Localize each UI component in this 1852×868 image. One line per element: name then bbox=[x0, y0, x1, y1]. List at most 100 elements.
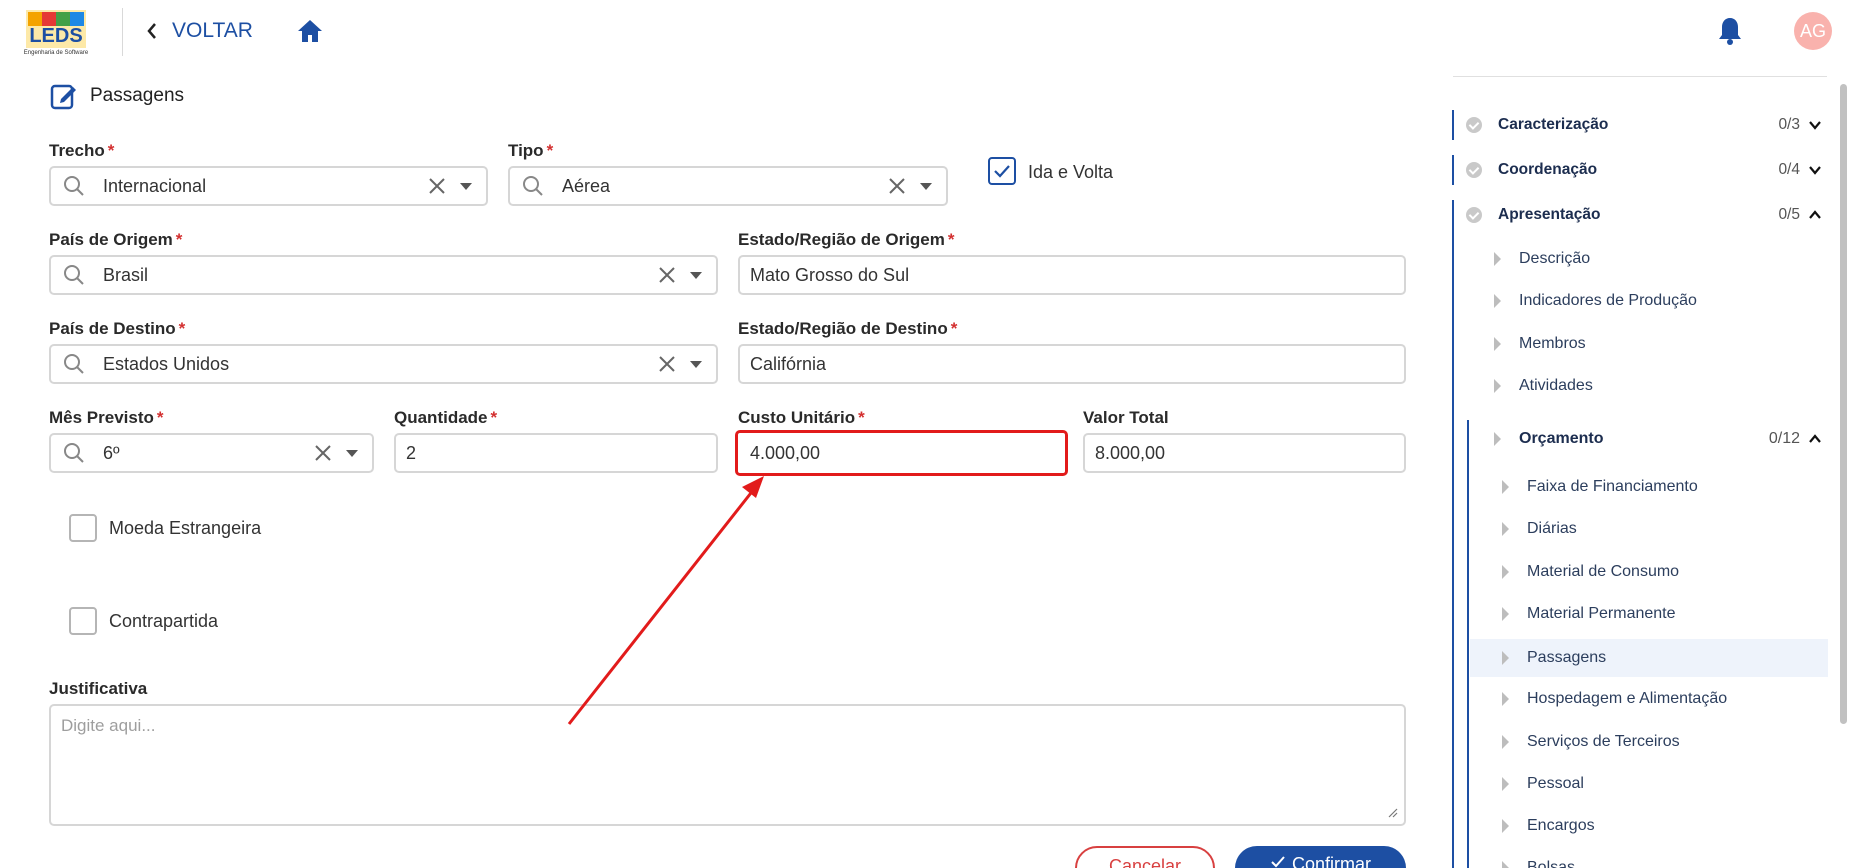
search-icon bbox=[64, 354, 84, 374]
ida-volta-checkbox[interactable] bbox=[988, 157, 1016, 185]
caret-right-icon bbox=[1502, 651, 1509, 665]
caret-right-icon bbox=[1502, 735, 1509, 749]
estado-destino-input[interactable]: Califórnia bbox=[738, 344, 1406, 384]
trecho-select[interactable]: Internacional bbox=[49, 166, 488, 206]
back-button[interactable]: VOLTAR bbox=[146, 16, 253, 46]
mes-previsto-label: Mês Previsto * bbox=[49, 408, 164, 427]
estado-destino-value: Califórnia bbox=[750, 353, 827, 374]
sidebar-item-material-consumo[interactable]: Material de Consumo bbox=[1502, 557, 1679, 587]
caret-right-icon bbox=[1494, 252, 1501, 266]
pais-destino-value: Estados Unidos bbox=[103, 353, 230, 374]
chevron-down-icon[interactable] bbox=[460, 182, 472, 190]
sidebar-item-encargos[interactable]: Encargos bbox=[1502, 811, 1595, 841]
justificativa-textarea[interactable]: Digite aqui... bbox=[49, 704, 1406, 826]
quantidade-label: Quantidade * bbox=[394, 408, 498, 427]
logo-subtext: Engenharia de Software bbox=[24, 50, 89, 56]
user-avatar[interactable]: AG bbox=[1794, 12, 1832, 50]
quantidade-value: 2 bbox=[406, 442, 417, 463]
clear-icon[interactable] bbox=[314, 444, 332, 462]
sidebar-item-hospedagem[interactable]: Hospedagem e Alimentação bbox=[1502, 684, 1727, 714]
chevron-up-icon bbox=[1809, 434, 1821, 443]
cancel-button[interactable]: Cancelar bbox=[1075, 846, 1215, 868]
panel-accent-line bbox=[1452, 110, 1454, 140]
caret-right-icon bbox=[1494, 379, 1501, 393]
custo-unitario-value: 4.000,00 bbox=[750, 442, 821, 463]
search-icon bbox=[523, 176, 543, 196]
estado-destino-label: Estado/Região de Destino * bbox=[738, 319, 958, 338]
contrapartida-label: Contrapartida bbox=[109, 611, 219, 631]
sidebar-item-orcamento[interactable]: Orçamento 0/12 bbox=[1494, 424, 1822, 454]
sidebar-item-membros[interactable]: Membros bbox=[1494, 329, 1586, 359]
custo-unitario-field[interactable]: 4.000,00 bbox=[735, 430, 1068, 476]
sidebar-section-caracterizacao[interactable]: Caracterização 0/3 bbox=[1466, 110, 1822, 140]
confirm-button[interactable]: Confirmar bbox=[1235, 846, 1406, 868]
sidebar-item-servicos-terceiros[interactable]: Serviços de Terceiros bbox=[1502, 727, 1680, 757]
chevron-down-icon[interactable] bbox=[346, 449, 358, 457]
valor-total-input[interactable]: 8.000,00 bbox=[1083, 433, 1406, 473]
sidebar-item-diarias[interactable]: Diárias bbox=[1502, 514, 1577, 544]
status-check-icon bbox=[1466, 117, 1482, 133]
valor-total-label: Valor Total bbox=[1083, 408, 1169, 427]
sidebar-section-apresentacao[interactable]: Apresentação 0/5 bbox=[1466, 200, 1822, 230]
sidebar-item-faixa[interactable]: Faixa de Financiamento bbox=[1502, 472, 1698, 502]
caret-right-icon bbox=[1502, 480, 1509, 494]
logo-text: LEDS bbox=[29, 25, 82, 47]
tipo-select[interactable]: Aérea bbox=[508, 166, 948, 206]
pais-origem-label: País de Origem * bbox=[49, 230, 183, 249]
caret-right-icon bbox=[1494, 432, 1501, 446]
confirm-label: Confirmar bbox=[1291, 854, 1371, 868]
justificativa-label: Justificativa bbox=[49, 679, 148, 698]
header-divider bbox=[122, 8, 123, 56]
sidebar-item-material-permanente[interactable]: Material Permanente bbox=[1502, 599, 1676, 629]
caret-right-icon bbox=[1502, 692, 1509, 706]
clear-icon[interactable] bbox=[658, 266, 676, 284]
chevron-left-icon bbox=[147, 23, 156, 39]
status-check-icon bbox=[1466, 162, 1482, 178]
panel-accent-line bbox=[1452, 155, 1454, 185]
chevron-down-icon[interactable] bbox=[690, 360, 702, 368]
sidebar-item-indicadores[interactable]: Indicadores de Produção bbox=[1494, 286, 1697, 316]
home-icon[interactable] bbox=[296, 17, 324, 45]
tipo-label: Tipo * bbox=[508, 141, 554, 160]
chevron-up-icon bbox=[1809, 210, 1821, 219]
sidebar-item-bolsas[interactable]: Bolsas bbox=[1502, 853, 1575, 868]
clear-icon[interactable] bbox=[888, 177, 906, 195]
chevron-down-icon bbox=[1809, 121, 1821, 130]
clear-icon[interactable] bbox=[658, 355, 676, 373]
top-bar: LEDS Engenharia de Software VOLTAR AG bbox=[0, 0, 1852, 64]
chevron-down-icon[interactable] bbox=[920, 182, 932, 190]
search-icon bbox=[64, 176, 84, 196]
mes-previsto-select[interactable]: 6º bbox=[49, 433, 374, 473]
chevron-down-icon[interactable] bbox=[690, 271, 702, 279]
caret-right-icon bbox=[1502, 522, 1509, 536]
moeda-estrangeira-checkbox[interactable] bbox=[69, 514, 97, 542]
estado-origem-input[interactable]: Mato Grosso do Sul bbox=[738, 255, 1406, 295]
pais-destino-select[interactable]: Estados Unidos bbox=[49, 344, 718, 384]
resize-handle-icon[interactable] bbox=[1388, 808, 1398, 818]
edit-icon bbox=[50, 84, 76, 110]
contrapartida-checkbox[interactable] bbox=[69, 607, 97, 635]
sidebar-item-passagens[interactable]: Passagens bbox=[1470, 639, 1828, 677]
panel-divider bbox=[1453, 76, 1827, 77]
sidebar-item-pessoal[interactable]: Pessoal bbox=[1502, 769, 1584, 799]
check-icon bbox=[1271, 856, 1285, 868]
sidebar-section-coordenacao[interactable]: Coordenação 0/4 bbox=[1466, 155, 1822, 185]
estado-origem-label: Estado/Região de Origem * bbox=[738, 230, 955, 249]
clear-icon[interactable] bbox=[428, 177, 446, 195]
quantidade-input[interactable]: 2 bbox=[394, 433, 718, 473]
sidebar-item-atividades[interactable]: Atividades bbox=[1494, 371, 1593, 401]
panel-accent-line bbox=[1452, 200, 1454, 868]
chevron-down-icon bbox=[1809, 166, 1821, 175]
mes-previsto-value: 6º bbox=[103, 442, 120, 463]
section-title-text: Passagens bbox=[90, 85, 185, 106]
estado-origem-value: Mato Grosso do Sul bbox=[750, 264, 910, 285]
moeda-estrangeira-label: Moeda Estrangeira bbox=[109, 518, 262, 538]
ida-volta-label: Ida e Volta bbox=[1028, 162, 1114, 182]
trecho-label: Trecho * bbox=[49, 141, 115, 160]
sidebar-item-descricao[interactable]: Descrição bbox=[1494, 244, 1590, 274]
pais-origem-select[interactable]: Brasil bbox=[49, 255, 718, 295]
panel-accent-line bbox=[1467, 420, 1469, 868]
caret-right-icon bbox=[1494, 337, 1501, 351]
bell-icon[interactable] bbox=[1716, 16, 1744, 46]
panel-scrollbar[interactable] bbox=[1840, 84, 1847, 724]
